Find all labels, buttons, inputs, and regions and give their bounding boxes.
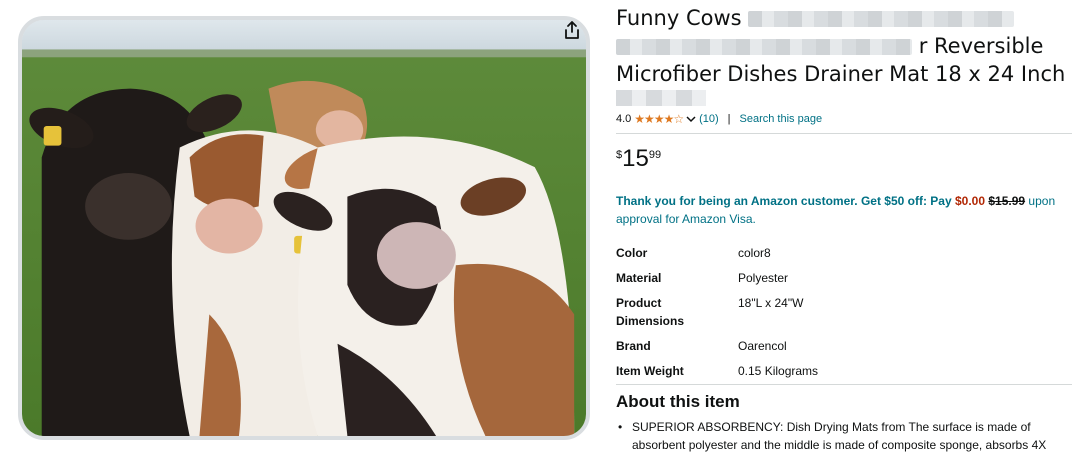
spec-row-dimensions: Product Dimensions 18"L x 24"W <box>616 294 1076 330</box>
promo-new-price: $0.00 <box>955 194 986 208</box>
spec-value: Polyester <box>738 271 789 285</box>
share-button[interactable] <box>556 14 588 46</box>
product-title-line-3: Microfiber Dishes Drainer Mat 18 x 24 In… <box>616 62 1066 86</box>
spec-row-weight: Item Weight 0.15 Kilograms <box>616 362 1076 380</box>
price-fraction: 99 <box>648 149 662 161</box>
promo-old-price: $15.99 <box>988 194 1026 208</box>
spec-value: 0.15 Kilograms <box>738 364 819 378</box>
redacted-store-link[interactable] <box>616 90 706 106</box>
spec-key: Brand <box>616 339 651 353</box>
promo-pay[interactable]: Pay <box>930 194 951 208</box>
rating-row: 4.0 ★★★★☆ (10) | Search this page <box>616 112 822 126</box>
separator: | <box>727 113 731 125</box>
about-section-title: About this item <box>616 392 740 411</box>
credit-card-promo[interactable]: Thank you for being an Amazon customer. … <box>616 192 1074 228</box>
cow-photo-illustration <box>22 20 586 436</box>
product-specs-table: Color color8 Material Polyester Product … <box>616 244 1076 387</box>
product-title-line-1: Funny Cows <box>616 6 742 30</box>
product-title-line-2: r Reversible <box>918 34 1044 58</box>
promo-offer[interactable]: Get $50 off: <box>861 194 927 208</box>
spec-row-brand: Brand Oarencol <box>616 337 1076 355</box>
spec-value: 18"L x 24"W <box>738 296 804 310</box>
rating-value: 4.0 <box>616 113 632 125</box>
spec-key: Material <box>616 271 662 285</box>
spec-key: Color <box>616 246 648 260</box>
share-icon <box>565 21 579 39</box>
price-whole: 15 <box>622 145 649 172</box>
star-rating-icon[interactable]: ★★★★☆ <box>634 112 684 126</box>
product-title: Funny Cows r Reversible Microfiber Dishe… <box>616 4 1078 88</box>
spec-value: color8 <box>738 246 771 260</box>
spec-key: Item Weight <box>616 364 684 378</box>
price: $ 15 99 <box>616 146 661 172</box>
spec-row-color: Color color8 <box>616 244 1076 262</box>
divider <box>616 133 1072 134</box>
redacted-text <box>616 39 912 55</box>
search-this-page-link[interactable]: Search this page <box>740 113 823 125</box>
redacted-text <box>748 11 1015 27</box>
chevron-down-icon[interactable] <box>686 115 696 123</box>
product-image[interactable] <box>18 16 590 440</box>
review-count-link[interactable]: (10) <box>699 113 719 125</box>
spec-value: Oarencol <box>738 339 787 353</box>
promo-lead[interactable]: Thank you for being an Amazon customer. <box>616 194 858 208</box>
product-image-panel[interactable] <box>16 14 594 442</box>
spec-row-material: Material Polyester <box>616 269 1076 287</box>
divider <box>616 384 1072 385</box>
about-bullet: SUPERIOR ABSORBENCY: Dish Drying Mats fr… <box>616 418 1074 454</box>
spec-key: Product Dimensions <box>616 296 685 328</box>
